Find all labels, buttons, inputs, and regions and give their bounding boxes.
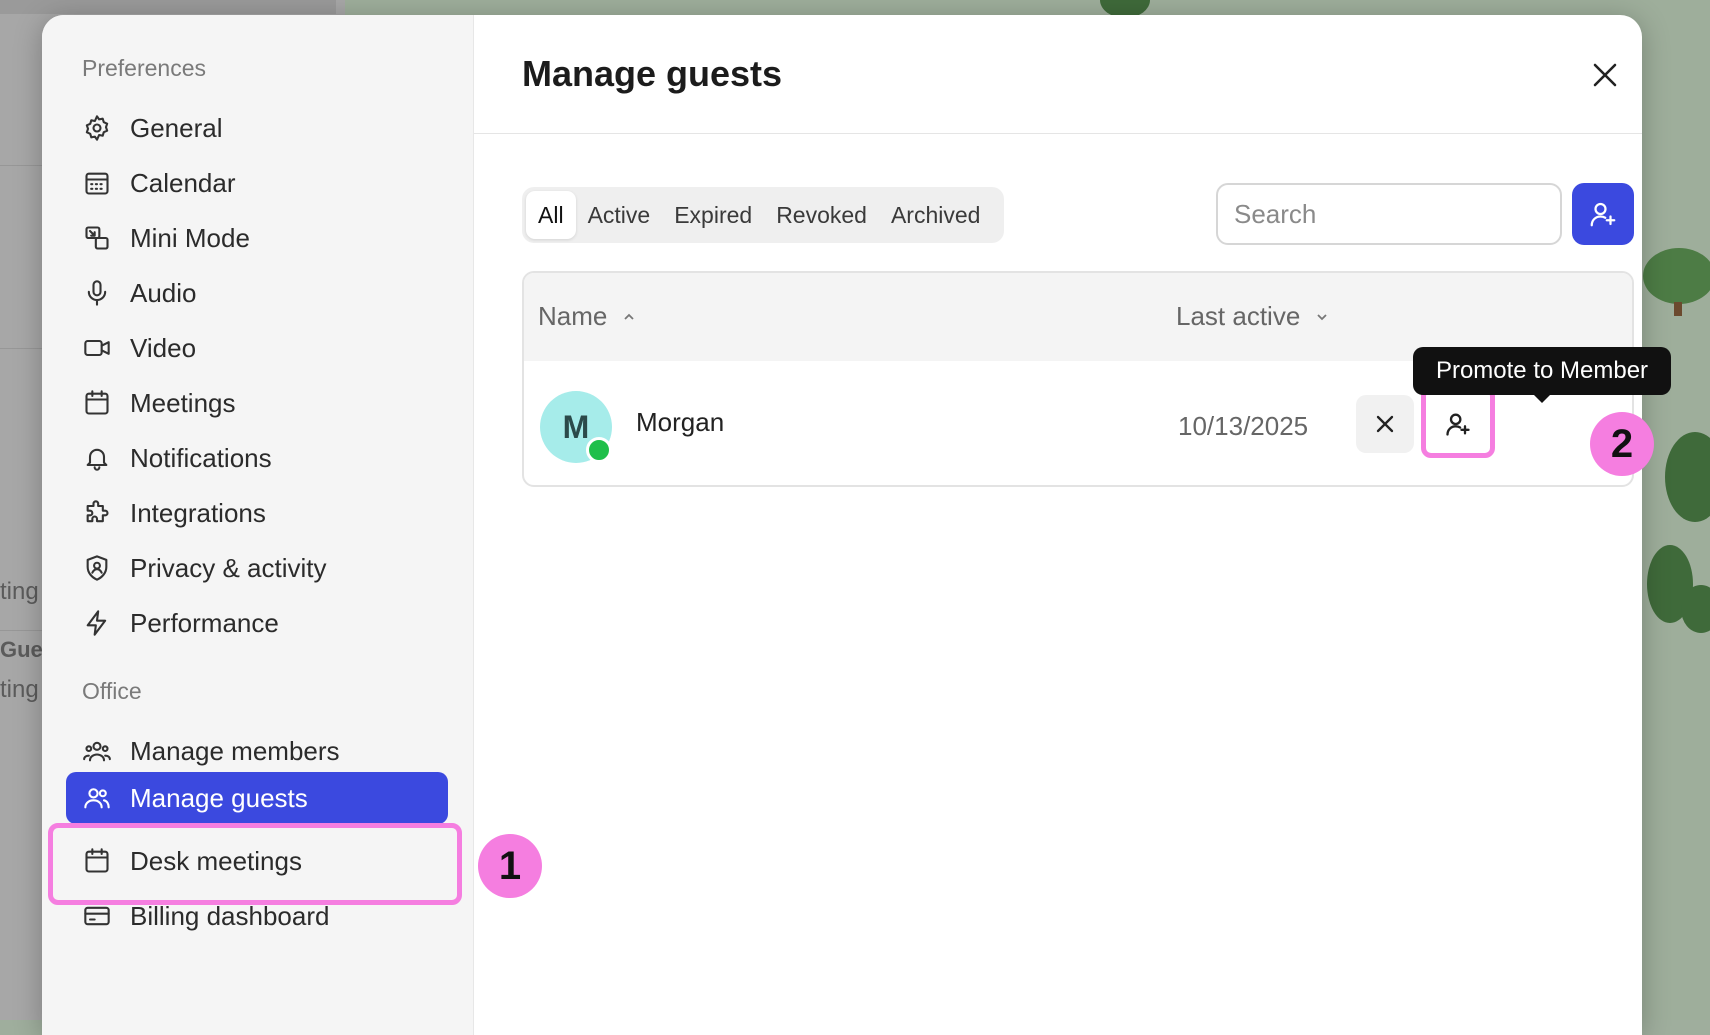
- invite-guest-button[interactable]: [1572, 183, 1634, 245]
- shield-user-icon: [82, 553, 112, 583]
- sidebar-item-general[interactable]: General: [82, 102, 442, 154]
- sidebar-item-label: Performance: [130, 607, 279, 638]
- sidebar-item-label: Notifications: [130, 442, 272, 473]
- sidebar-item-label: Manage members: [130, 735, 340, 766]
- settings-sidebar: Preferences General Calendar Mini Mode A…: [42, 15, 474, 1035]
- members-icon: [82, 736, 112, 766]
- revoke-guest-button[interactable]: [1356, 395, 1414, 453]
- sidebar-item-manage-members[interactable]: Manage members: [82, 725, 442, 777]
- calendar-grid-icon: [82, 168, 112, 198]
- guests-icon: [82, 783, 112, 813]
- close-icon: [1376, 415, 1394, 433]
- tab-archived[interactable]: Archived: [879, 191, 992, 239]
- tab-revoked[interactable]: Revoked: [764, 191, 879, 239]
- sidebar-item-video[interactable]: Video: [82, 322, 442, 374]
- guest-name: Morgan: [636, 407, 725, 437]
- sidebar-item-label: General: [130, 112, 223, 143]
- sidebar-item-audio[interactable]: Audio: [82, 267, 442, 319]
- sidebar-item-label: Calendar: [130, 167, 236, 198]
- step-2-badge: 2: [1590, 412, 1654, 476]
- calendar-icon: [82, 388, 112, 418]
- sidebar-item-label: Video: [130, 332, 197, 363]
- sidebar-item-label: Audio: [130, 277, 197, 308]
- tree-sprite: [1681, 585, 1710, 633]
- sidebar-item-label: Mini Mode: [130, 222, 250, 253]
- sidebar-item-label: Manage guests: [130, 782, 308, 813]
- page-title: Manage guests: [522, 53, 783, 94]
- sidebar-item-privacy-activity[interactable]: Privacy & activity: [82, 542, 442, 594]
- sidebar-item-label: Integrations: [130, 497, 266, 528]
- column-label: Name: [538, 301, 608, 331]
- settings-modal: Preferences General Calendar Mini Mode A…: [42, 15, 1642, 1035]
- guest-filter-tabs: All Active Expired Revoked Archived: [522, 187, 1004, 243]
- sidebar-item-calendar[interactable]: Calendar: [82, 157, 442, 209]
- sort-descending-icon: [1317, 313, 1327, 320]
- manage-guests-panel: Manage guests All Active Expired Revoked…: [474, 15, 1642, 1035]
- tree-trunk: [1674, 302, 1682, 316]
- column-header-last-active[interactable]: Last active: [1176, 301, 1330, 332]
- header-divider: [474, 133, 1642, 134]
- sidebar-item-label: Privacy & activity: [130, 552, 327, 583]
- sidebar-item-meetings[interactable]: Meetings: [82, 377, 442, 429]
- tab-expired[interactable]: Expired: [662, 191, 764, 239]
- mini-mode-icon: [82, 223, 112, 253]
- office-section-label: Office: [82, 678, 142, 704]
- tab-all[interactable]: All: [526, 191, 576, 239]
- close-button[interactable]: [1585, 55, 1625, 95]
- background-text: ting: [0, 578, 39, 605]
- promote-tooltip: Promote to Member: [1413, 347, 1671, 403]
- avatar-initial: M: [562, 408, 590, 445]
- sidebar-item-notifications[interactable]: Notifications: [82, 432, 442, 484]
- sidebar-item-label: Meetings: [130, 387, 236, 418]
- online-status-dot: [586, 437, 612, 463]
- sidebar-item-mini-mode[interactable]: Mini Mode: [82, 212, 442, 264]
- tree-sprite: [1665, 432, 1710, 522]
- sidebar-item-integrations[interactable]: Integrations: [82, 487, 442, 539]
- search-input[interactable]: [1216, 183, 1562, 245]
- sort-ascending-icon: [624, 313, 634, 320]
- gear-icon: [82, 113, 112, 143]
- column-header-name[interactable]: Name: [538, 301, 637, 332]
- step-1-highlight: [48, 823, 462, 905]
- background-strip: [0, 0, 336, 14]
- step-1-badge: 1: [478, 834, 542, 898]
- tree-sprite: [1643, 248, 1710, 304]
- background-text: ting: [0, 676, 39, 703]
- column-label: Last active: [1176, 301, 1301, 331]
- preferences-section-label: Preferences: [82, 55, 207, 81]
- step-2-highlight: [1421, 386, 1495, 458]
- user-plus-icon: [1590, 202, 1616, 227]
- lightning-icon: [82, 608, 112, 638]
- bell-icon: [82, 443, 112, 473]
- sidebar-item-label: Billing dashboard: [130, 900, 330, 931]
- credit-card-icon: [82, 901, 112, 931]
- video-camera-icon: [82, 333, 112, 363]
- microphone-icon: [82, 278, 112, 308]
- sidebar-item-manage-guests[interactable]: Manage guests: [66, 772, 448, 824]
- sidebar-item-performance[interactable]: Performance: [82, 597, 442, 649]
- tab-active[interactable]: Active: [576, 191, 663, 239]
- close-icon: [1593, 63, 1617, 87]
- guest-last-active: 10/13/2025: [1178, 411, 1309, 441]
- puzzle-icon: [82, 498, 112, 528]
